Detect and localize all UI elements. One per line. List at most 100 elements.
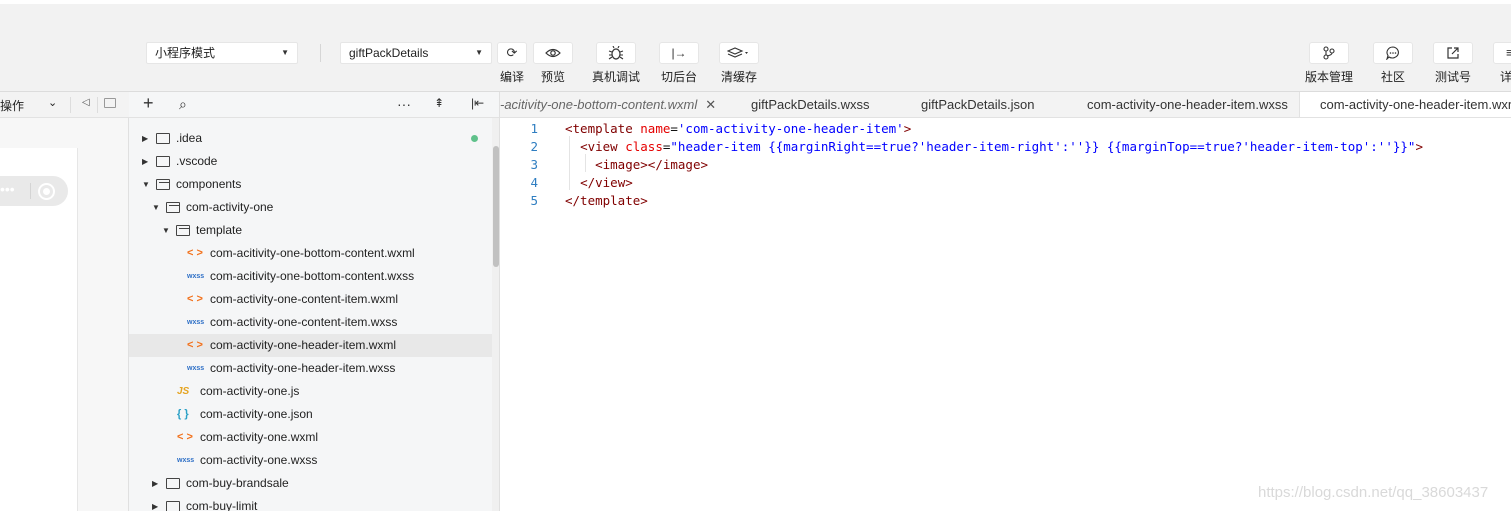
remote-debug-button[interactable]: [596, 42, 636, 64]
file-item[interactable]: wxss com-acitivity-one-bottom-content.wxs…: [129, 265, 492, 288]
tab-label: com-activity-one-header-item.wxss: [1087, 97, 1288, 112]
clear-cache-button[interactable]: [719, 42, 759, 64]
line-text: </template>: [565, 193, 648, 208]
editor-tab[interactable]: -acitivity-one-bottom-content.wxml ✕: [500, 92, 716, 117]
simulator-header: 操作 ⌄ ◁: [0, 92, 129, 118]
line-number: 4: [530, 175, 538, 190]
file-explorer: + ⌕ ··· ⇞ |⇤ ▶ .idea ▶ .vscode ▼ components ▼ c…: [129, 92, 500, 511]
preview-label[interactable]: 预览: [533, 68, 573, 85]
folder-icon: [156, 156, 170, 167]
file-name: com-activity-one-content-item.wxml: [210, 292, 399, 306]
clear-cache-label[interactable]: 清缓存: [715, 68, 763, 85]
toolbar-divider: [320, 44, 321, 62]
share-icon: [1447, 47, 1459, 59]
details-button[interactable]: ≡: [1493, 42, 1511, 64]
folder-item[interactable]: ▶ .idea: [129, 127, 492, 150]
compile-button[interactable]: ⟳: [497, 42, 527, 64]
version-label[interactable]: 版本管理: [1301, 68, 1357, 85]
scrollbar-thumb[interactable]: [493, 146, 499, 267]
community-button[interactable]: [1373, 42, 1413, 64]
file-item[interactable]: { } com-activity-one.json: [129, 403, 492, 426]
preview-button[interactable]: [533, 42, 573, 64]
code-line[interactable]: 3 <image></image>: [500, 156, 1511, 174]
chevron-down-icon[interactable]: ▼: [142, 173, 152, 196]
file-name: com-activity-one.wxss: [200, 453, 318, 467]
line-text: <image></image>: [595, 157, 708, 172]
file-name: com-activity-one.js: [200, 384, 300, 398]
close-target-icon[interactable]: [38, 183, 55, 200]
code-line[interactable]: 1 <template name='com-activity-one-header…: [500, 120, 1511, 138]
git-status-dot: [471, 135, 478, 142]
sort-icon[interactable]: ⇞: [434, 96, 444, 110]
folder-item[interactable]: ▼ components: [129, 173, 492, 196]
wxml-file-icon: < >: [187, 293, 203, 305]
chat-icon: [1385, 46, 1399, 61]
capsule-menu[interactable]: •••: [0, 176, 68, 206]
file-name: com-acitivity-one-bottom-content.wxss: [210, 269, 415, 283]
file-item[interactable]: < > com-activity-one.wxml: [129, 426, 492, 449]
background-button[interactable]: |→: [659, 42, 699, 64]
wxss-file-icon: wxss: [177, 457, 195, 464]
page-select[interactable]: giftPackDetails ▼: [340, 42, 492, 64]
chevron-down-icon: ▼: [475, 48, 483, 57]
folder-icon: [166, 478, 180, 489]
divider: [70, 97, 71, 113]
editor-tab[interactable]: giftPackDetails.json: [921, 92, 1034, 117]
code-line[interactable]: 2 <view class="header-item {{marginRight…: [500, 138, 1511, 156]
folder-item[interactable]: ▶ com-buy-brandsale: [129, 472, 492, 495]
more-icon[interactable]: ···: [397, 96, 411, 112]
file-item[interactable]: < > com-activity-one-content-item.wxml: [129, 288, 492, 311]
background-label[interactable]: 切后台: [655, 68, 703, 85]
close-icon[interactable]: ✕: [705, 97, 716, 112]
editor-tab[interactable]: com-activity-one-header-item.wxml: [1299, 92, 1511, 117]
test-account-button[interactable]: [1433, 42, 1473, 64]
chevron-down-icon[interactable]: ▼: [162, 219, 172, 242]
folder-item[interactable]: ▼ template: [129, 219, 492, 242]
chevron-right-icon[interactable]: ▶: [152, 472, 162, 495]
file-item[interactable]: < > com-acitivity-one-bottom-content.wxml: [129, 242, 492, 265]
refresh-icon: ⟳: [506, 45, 518, 60]
test-account-label[interactable]: 测试号: [1429, 68, 1477, 85]
volume-icon[interactable]: ◁: [82, 97, 90, 108]
version-button[interactable]: [1309, 42, 1349, 64]
operate-label[interactable]: 操作: [0, 97, 24, 114]
folder-item[interactable]: ▶ .vscode: [129, 150, 492, 173]
tab-label: giftPackDetails.wxss: [751, 97, 870, 112]
editor-tab[interactable]: giftPackDetails.wxss: [751, 92, 870, 117]
folder-name: com-buy-brandsale: [186, 476, 289, 490]
more-dots-icon[interactable]: •••: [0, 181, 15, 197]
explorer-scrollbar[interactable]: [492, 118, 499, 511]
wxml-file-icon: < >: [177, 431, 193, 443]
details-label[interactable]: 详: [1500, 68, 1511, 85]
editor-tab[interactable]: com-activity-one-header-item.wxss: [1087, 92, 1288, 117]
folder-open-icon: [166, 202, 180, 213]
code-editor[interactable]: 1 <template name='com-activity-one-header…: [500, 118, 1511, 511]
divider: [97, 97, 98, 113]
remote-debug-label[interactable]: 真机调试: [588, 68, 644, 85]
chevron-right-icon[interactable]: ▶: [142, 127, 152, 150]
chevron-down-icon[interactable]: ▼: [152, 196, 162, 219]
folder-item[interactable]: ▶ com-buy-limit: [129, 495, 492, 511]
code-line[interactable]: 5 </template>: [500, 192, 1511, 210]
capsule-divider: [30, 183, 31, 199]
community-label[interactable]: 社区: [1373, 68, 1413, 85]
file-item[interactable]: wxss com-activity-one-content-item.wxss: [129, 311, 492, 334]
file-item[interactable]: wxss com-activity-one.wxss: [129, 449, 492, 472]
compile-label[interactable]: 编译: [497, 68, 527, 85]
collapse-icon[interactable]: |⇤: [471, 96, 484, 110]
file-item[interactable]: JS com-activity-one.js: [129, 380, 492, 403]
code-line[interactable]: 4 </view>: [500, 174, 1511, 192]
folder-name: template: [196, 223, 243, 237]
folder-name: com-activity-one: [186, 200, 274, 214]
add-icon[interactable]: +: [143, 93, 154, 114]
chevron-right-icon[interactable]: ▶: [142, 150, 152, 173]
folder-item[interactable]: ▼ com-activity-one: [129, 196, 492, 219]
window-icon[interactable]: [104, 98, 116, 108]
chevron-right-icon[interactable]: ▶: [152, 495, 162, 511]
mode-select[interactable]: 小程序模式 ▼: [146, 42, 298, 64]
wxss-file-icon: wxss: [187, 365, 205, 372]
chevron-down-icon[interactable]: ⌄: [48, 96, 57, 109]
search-icon[interactable]: ⌕: [179, 96, 187, 113]
file-item[interactable]: wxss com-activity-one-header-item.wxss: [129, 357, 492, 380]
file-item[interactable]: < > com-activity-one-header-item.wxml: [129, 334, 492, 357]
